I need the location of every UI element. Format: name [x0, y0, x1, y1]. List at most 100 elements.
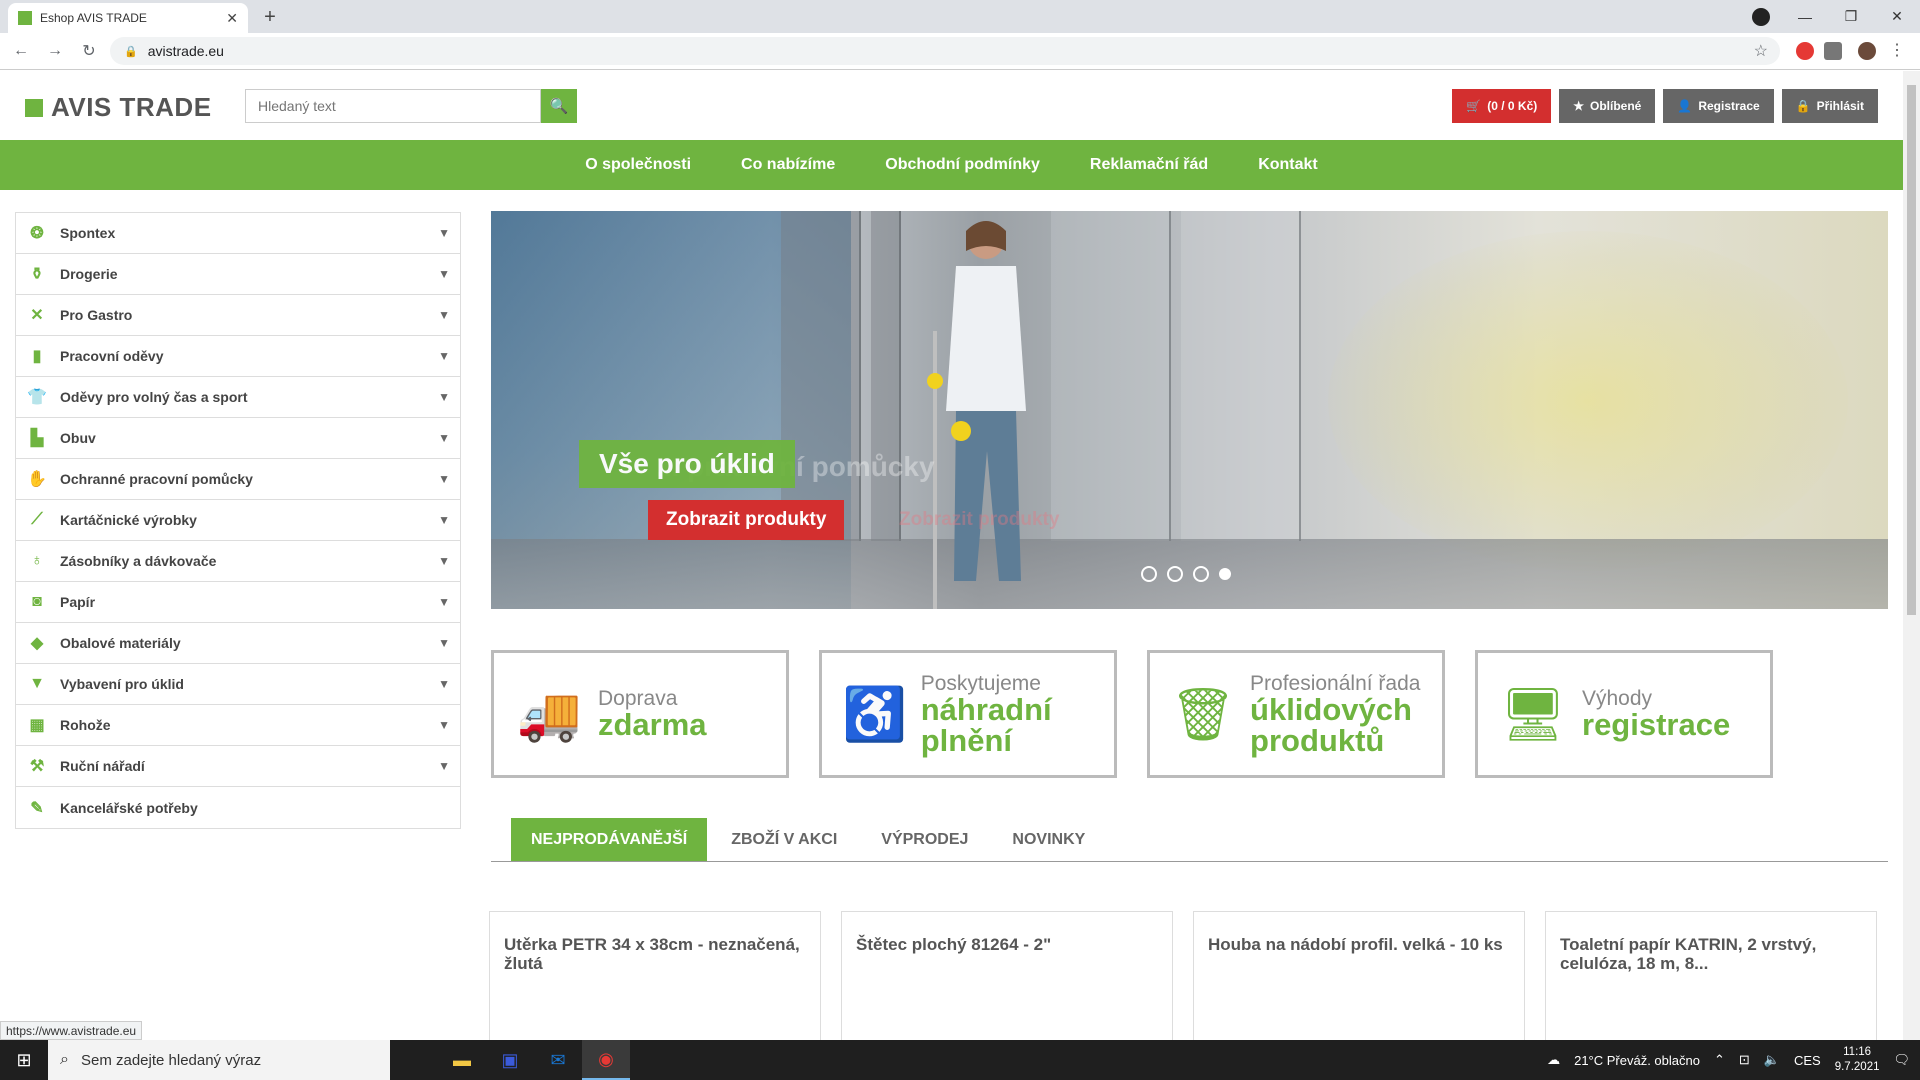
nav-item-company[interactable]: O společnosti [585, 156, 691, 174]
site-logo[interactable]: AVIS TRADE [25, 92, 212, 123]
file-explorer-icon[interactable]: ▬ [438, 1040, 486, 1080]
chevron-down-icon[interactable]: ▼ [438, 677, 450, 691]
chevron-down-icon[interactable]: ▼ [438, 554, 450, 568]
sidebar-category[interactable]: ▼ Vybavení pro úklid ▼ [16, 664, 460, 705]
banner-ghost-button: Zobrazit produkty [899, 509, 1060, 530]
chevron-down-icon[interactable]: ▼ [438, 595, 450, 609]
sidebar-category[interactable]: ⟋ Kartáčnické výrobky ▼ [16, 500, 460, 541]
network-icon[interactable]: ⊡ [1739, 1052, 1750, 1068]
tab-new[interactable]: NOVINKY [992, 818, 1105, 861]
sidebar-category[interactable]: ▙ Obuv ▼ [16, 418, 460, 459]
sidebar-category[interactable]: ⚒ Ruční nářadí ▼ [16, 746, 460, 787]
language-indicator[interactable]: CES [1794, 1053, 1821, 1068]
new-tab-button[interactable]: + [256, 6, 284, 30]
favorites-button[interactable]: ★ Oblíbené [1559, 89, 1656, 123]
close-window-button[interactable]: ✕ [1874, 8, 1920, 25]
adblock-extension-icon[interactable] [1796, 42, 1814, 60]
product-card[interactable]: Utěrka PETR 34 x 38cm - neznačená, žlutá [489, 911, 821, 1041]
media-control-icon[interactable] [1752, 8, 1770, 26]
feature-box[interactable]: 🖥 Výhody registrace [1475, 650, 1773, 778]
login-button[interactable]: 🔒 Přihlásit [1781, 89, 1878, 123]
banner-show-products-button[interactable]: Zobrazit produkty [648, 500, 845, 540]
windows-start-icon[interactable]: ⊞ [0, 1040, 48, 1080]
sidebar-category[interactable]: ♁ Zásobníky a dávkovače ▼ [16, 541, 460, 582]
carousel-dot[interactable] [1167, 566, 1183, 582]
sidebar-category[interactable]: ✕ Pro Gastro ▼ [16, 295, 460, 336]
chevron-down-icon[interactable]: ▼ [438, 718, 450, 732]
scrollbar-thumb[interactable] [1907, 85, 1916, 615]
save-app-icon[interactable]: ▣ [486, 1040, 534, 1080]
sidebar-category[interactable]: ✋ Ochranné pracovní pomůcky ▼ [16, 459, 460, 500]
banner-title: Vše pro úklid [579, 440, 795, 488]
cart-icon: 🛒 [1466, 99, 1482, 113]
chevron-down-icon[interactable]: ▼ [438, 513, 450, 527]
product-card[interactable]: Štětec plochý 81264 - 2" [841, 911, 1173, 1041]
outlook-icon[interactable]: ✉ [534, 1040, 582, 1080]
sidebar-category[interactable]: ◙ Papír ▼ [16, 582, 460, 623]
product-card[interactable]: Toaletní papír KATRIN, 2 vrstvý, celulóz… [1545, 911, 1877, 1041]
sidebar-category[interactable]: ⚱ Drogerie ▼ [16, 254, 460, 295]
taskbar-clock[interactable]: 11:16 9.7.2021 [1835, 1045, 1880, 1075]
sidebar-category[interactable]: ▮ Pracovní oděvy ▼ [16, 336, 460, 377]
chevron-down-icon[interactable]: ▼ [438, 226, 450, 240]
forward-arrow-icon[interactable]: → [42, 42, 68, 60]
chevron-down-icon[interactable]: ▼ [438, 472, 450, 486]
back-arrow-icon[interactable]: ← [8, 42, 34, 60]
paper-roll-icon: ◙ [32, 593, 42, 610]
taskbar-search-input[interactable]: ⌕ Sem zadejte hledaný výraz [48, 1040, 390, 1080]
sidebar-category[interactable]: 👕 Oděvy pro volný čas a sport ▼ [16, 377, 460, 418]
minimize-button[interactable]: — [1782, 9, 1828, 25]
nav-item-terms[interactable]: Obchodní podmínky [885, 156, 1040, 174]
chevron-down-icon[interactable]: ▼ [438, 759, 450, 773]
sidebar-category[interactable]: ❂ Spontex ▼ [16, 213, 460, 254]
close-tab-icon[interactable]: ✕ [226, 10, 238, 27]
volume-icon[interactable]: 🔈 [1764, 1052, 1780, 1068]
lock-icon: 🔒 [1795, 99, 1811, 113]
wheelchair-icon: ♿ [842, 685, 907, 744]
tab-clearance[interactable]: VÝPRODEJ [861, 818, 988, 861]
chevron-down-icon[interactable]: ▼ [438, 390, 450, 404]
nav-item-contact[interactable]: Kontakt [1258, 156, 1318, 174]
chevron-down-icon[interactable]: ▼ [438, 308, 450, 322]
carousel-dot-active[interactable] [1219, 568, 1231, 580]
cart-button[interactable]: 🛒 (0 / 0 Kč) [1452, 89, 1552, 123]
hero-banner: ... pracovní pomůcky Vše pro úklid Zobra… [491, 211, 1888, 609]
browser-tab[interactable]: Eshop AVIS TRADE ✕ [8, 3, 248, 33]
category-label: Papír [60, 594, 96, 610]
search-input[interactable] [245, 89, 541, 123]
carousel-dot[interactable] [1193, 566, 1209, 582]
weather-text[interactable]: 21°C Převáž. oblačno [1574, 1053, 1700, 1068]
sidebar-category[interactable]: ◆ Obalové materiály ▼ [16, 623, 460, 664]
feature-box[interactable]: 🚚 Doprava zdarma [491, 650, 789, 778]
sidebar-category[interactable]: ▦ Rohože ▼ [16, 705, 460, 746]
search-button[interactable]: 🔍 [541, 89, 577, 123]
reload-icon[interactable]: ↻ [76, 41, 102, 61]
feature-box[interactable]: 🗑 Profesionální řada úklidových produktů [1147, 650, 1445, 778]
tab-bestsellers[interactable]: NEJPRODÁVANĚJŠÍ [511, 818, 708, 861]
chevron-down-icon[interactable]: ▼ [438, 349, 450, 363]
page-scrollbar[interactable] [1903, 71, 1920, 1040]
profile-avatar[interactable] [1858, 42, 1876, 60]
chevron-down-icon[interactable]: ▼ [438, 267, 450, 281]
bookmark-star-icon[interactable]: ☆ [1754, 41, 1768, 61]
banner-cleaner-image [927, 221, 1026, 609]
clock-time: 11:16 [1843, 1046, 1872, 1059]
maximize-button[interactable]: ❐ [1828, 8, 1874, 25]
carousel-dot[interactable] [1141, 566, 1157, 582]
tab-on-sale[interactable]: ZBOŽÍ V AKCI [711, 818, 857, 861]
extensions-puzzle-icon[interactable] [1824, 42, 1842, 60]
chevron-down-icon[interactable]: ▼ [438, 431, 450, 445]
register-button[interactable]: 👤 Registrace [1663, 89, 1774, 123]
sidebar-category[interactable]: ✎ Kancelářské potřeby [16, 787, 460, 828]
url-input[interactable]: 🔒 avistrade.eu ☆ [110, 37, 1780, 65]
chevron-down-icon[interactable]: ▼ [438, 636, 450, 650]
nav-item-complaints[interactable]: Reklamační řád [1090, 156, 1208, 174]
chrome-icon[interactable]: ◉ [582, 1040, 630, 1080]
product-card[interactable]: Houba na nádobí profil. velká - 10 ks [1193, 911, 1525, 1041]
feature-box[interactable]: ♿ Poskytujeme náhradní plnění [819, 650, 1117, 778]
browser-menu-icon[interactable]: ⋮ [1888, 42, 1906, 60]
notifications-icon[interactable]: 🗨 [1893, 1052, 1910, 1068]
weather-cloud-icon[interactable]: ☁ [1547, 1052, 1560, 1068]
nav-item-offer[interactable]: Co nabízíme [741, 156, 835, 174]
tray-chevron-icon[interactable]: ⌃ [1714, 1052, 1725, 1068]
